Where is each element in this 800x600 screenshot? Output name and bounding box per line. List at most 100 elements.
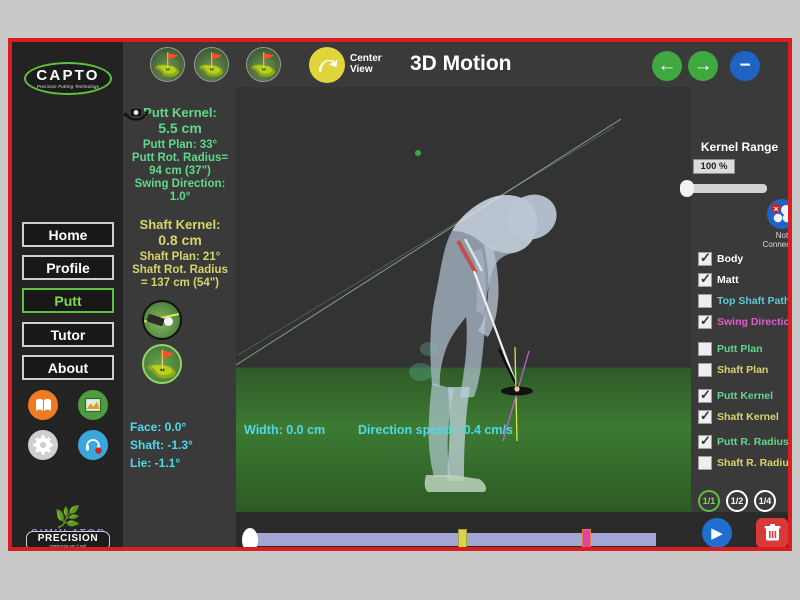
putter-ball-icon[interactable]	[142, 300, 182, 340]
shaft-rot-radius-value: = 137 cm (54")	[140, 277, 219, 289]
checkbox-shaft-r-radius[interactable]	[698, 455, 712, 470]
checkbox-putt-kernel[interactable]	[698, 387, 712, 403]
layer-label-putt-kernel: Putt Kernel	[717, 389, 774, 402]
timeline-marker-yellow[interactable]	[458, 529, 467, 547]
layer-label-shaft-r-radius: Shaft R. Radius	[717, 456, 792, 469]
speed-button-1-1[interactable]: 1/1	[698, 490, 720, 512]
speed-button-1-2[interactable]: 1/2	[726, 490, 748, 512]
center-view-button[interactable]	[309, 47, 345, 83]
checkbox-swing-direction[interactable]	[698, 313, 712, 329]
headset-icon[interactable]	[78, 430, 108, 460]
sidebar-item-putt[interactable]: Putt	[22, 288, 114, 313]
report-glyph	[84, 397, 102, 413]
capto-logo: CAPTO Precision Putting Technology	[24, 62, 112, 95]
camera-rotate-icon[interactable]	[122, 104, 150, 129]
simulator-glyph: 🌿	[54, 506, 82, 529]
center-view-label: Center View	[350, 53, 382, 75]
svg-text:✕: ✕	[773, 206, 779, 213]
sidebar-item-profile[interactable]: Profile	[22, 255, 114, 280]
gear-glyph	[33, 435, 53, 455]
minus-button[interactable]: −	[730, 51, 760, 81]
3d-scene	[236, 118, 622, 492]
golfer-stance-icon[interactable]: ⛳	[142, 344, 182, 384]
layer-toggle-shaft-kernel[interactable]: Shaft Kernel	[698, 408, 779, 425]
center-view-line2: View	[350, 64, 373, 75]
sidebar-item-tutor[interactable]: Tutor	[22, 322, 114, 347]
sidebar-item-home[interactable]: Home	[22, 222, 114, 247]
shaft-rot-radius-label: Shaft Rot. Radius	[132, 264, 228, 276]
precision-sublabel: ingegneria per il golf	[49, 544, 87, 548]
layer-toggle-putt-plan[interactable]: Putt Plan	[698, 340, 763, 357]
checkbox-putt-plan[interactable]	[698, 341, 712, 356]
view-side-glyph: ⛳	[197, 52, 226, 78]
timeline-slider[interactable]	[244, 533, 656, 546]
bluetooth-glyph: ✕	[768, 200, 788, 228]
arrow-right-icon: →	[693, 55, 713, 76]
page-title: 3D Motion	[410, 52, 512, 75]
putt-plan: Putt Plan: 33°	[142, 139, 218, 151]
layer-toggle-top-shaft-path[interactable]: Top Shaft Path	[698, 292, 791, 309]
center-view-line1: Center	[350, 53, 382, 64]
timeline-thumb[interactable]	[242, 528, 258, 547]
layer-label-body: Body	[717, 252, 744, 265]
kernel-range-slider-thumb[interactable]	[680, 180, 694, 197]
precision-label: PRECISION	[37, 533, 99, 544]
layer-toggle-putt-r-radius[interactable]: Putt R. Radius	[698, 433, 789, 450]
view-side-icon[interactable]: ⛳	[194, 47, 229, 82]
checkbox-body[interactable]	[698, 250, 712, 266]
next-button[interactable]: →	[688, 51, 718, 81]
layer-label-top-shaft-path: Top Shaft Path	[717, 294, 791, 307]
layer-label-matt: Matt	[717, 273, 739, 286]
timeline-marker-magenta[interactable]	[582, 529, 591, 547]
kernel-range-value: 100 %	[693, 159, 735, 174]
lie-angle: Lie: -1.1°	[130, 456, 181, 470]
gear-icon[interactable]	[28, 430, 58, 460]
connection-status-line2: Connected	[762, 240, 791, 249]
sidebar: CAPTO Precision Putting Technology Home …	[12, 42, 124, 547]
view-back-icon[interactable]: ⛳	[246, 47, 281, 82]
connection-status-line1: Not	[775, 231, 789, 240]
layer-label-putt-plan: Putt Plan	[717, 342, 763, 355]
book-glyph	[35, 398, 51, 411]
shaft-plan: Shaft Plan: 21°	[139, 251, 221, 263]
report-icon[interactable]	[78, 390, 108, 420]
panel-play-button[interactable]: ▶	[702, 518, 732, 547]
checkbox-matt[interactable]	[698, 271, 712, 287]
curved-arrow-icon	[318, 58, 338, 72]
book-icon[interactable]	[28, 390, 58, 420]
3d-viewport[interactable]: Width: 0.0 cm Direction speed: -0.4 cm/s	[236, 87, 691, 512]
layer-label-putt-r-radius: Putt R. Radius	[717, 435, 789, 448]
layer-toggle-shaft-plan[interactable]: Shaft Plan	[698, 361, 768, 378]
layer-toggle-body[interactable]: Body	[698, 250, 743, 267]
shaft-kernel-title: Shaft Kernel:	[139, 217, 221, 232]
bluetooth-icon[interactable]: ✕	[767, 199, 788, 229]
camera-rotate-glyph	[123, 109, 149, 121]
putt-rot-radius-value: 94 cm (37")	[149, 165, 211, 177]
play-icon: ▶	[711, 525, 723, 542]
checkbox-shaft-plan[interactable]	[698, 362, 712, 377]
prev-button[interactable]: ←	[652, 51, 682, 81]
layer-label-shaft-kernel: Shaft Kernel	[717, 410, 779, 423]
trash-icon	[764, 524, 780, 541]
checkbox-putt-r-radius[interactable]	[698, 433, 712, 449]
sidebar-item-about[interactable]: About	[22, 355, 114, 380]
kernel-range-label: Kernel Range	[700, 140, 779, 154]
putt-rot-radius-label: Putt Rot. Radius=	[131, 152, 229, 164]
layer-toggle-putt-kernel[interactable]: Putt Kernel	[698, 387, 773, 404]
delete-button[interactable]	[756, 518, 788, 547]
view-front-icon[interactable]: ⛳	[150, 47, 185, 82]
precision-logo: PRECISION ingegneria per il golf	[26, 531, 110, 548]
shaft-kernel-value: 0.8 cm	[158, 232, 202, 248]
speed-button-1-4[interactable]: 1/4	[754, 490, 776, 512]
layer-label-swing-direction: Swing Direction	[717, 315, 792, 328]
minus-icon: −	[739, 55, 751, 76]
layer-toggle-matt[interactable]: Matt	[698, 271, 739, 288]
kernel-range-slider-track[interactable]	[685, 184, 767, 193]
layer-toggle-swing-direction[interactable]: Swing Direction	[698, 313, 792, 330]
view-back-glyph: ⛳	[249, 52, 278, 78]
connection-status: Not Connected	[752, 231, 791, 249]
checkbox-top-shaft-path[interactable]	[698, 293, 712, 308]
layer-toggle-shaft-r-radius[interactable]: Shaft R. Radius	[698, 454, 792, 471]
view-front-glyph: ⛳	[153, 52, 182, 78]
checkbox-shaft-kernel[interactable]	[698, 408, 712, 424]
